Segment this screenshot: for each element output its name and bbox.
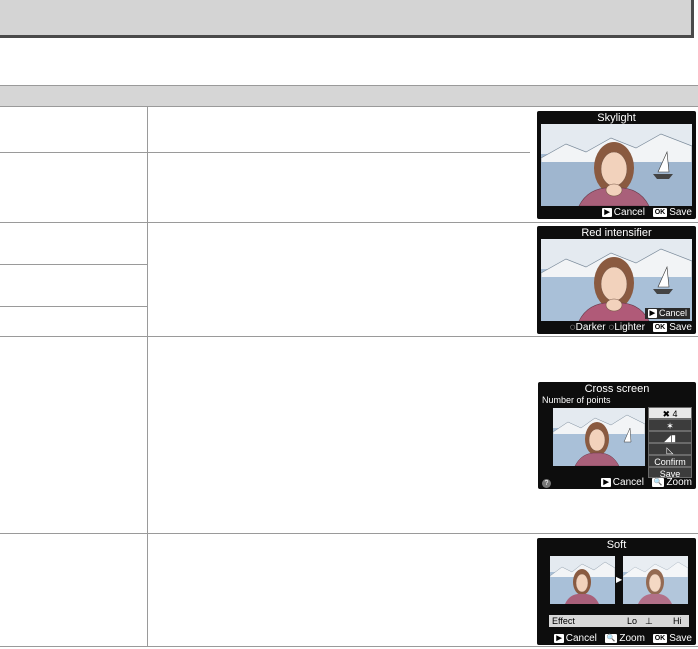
row-divider <box>0 222 698 223</box>
help-icon: ? <box>542 479 551 488</box>
table-header <box>0 85 698 107</box>
cancel-label: Cancel <box>612 477 644 488</box>
lighter-label: Lighter <box>614 322 645 333</box>
screen-footer: ▶ Cancel 🔍 Zoom <box>596 477 692 488</box>
lo-label: Lo <box>627 616 638 626</box>
screen-footer: ◌Darker ◌Lighter OK Save <box>570 322 692 333</box>
cancel-key-icon: ▶ <box>647 309 657 318</box>
skylight-screen: Skylight ▶ Cancel OK Save <box>537 111 696 219</box>
save-label: Save <box>669 633 692 644</box>
ok-key-icon: OK <box>652 323 668 332</box>
screen-footer: ▶ Cancel OK Save <box>597 207 692 218</box>
cancel-label: Cancel <box>613 207 645 218</box>
row-divider <box>0 306 147 307</box>
zoom-key-icon: 🔍 <box>604 634 618 643</box>
cancel-key-icon: ▶ <box>602 208 612 217</box>
section-title-bar <box>0 0 694 38</box>
brightness-option[interactable]: ◢▮ <box>648 431 692 443</box>
zoom-label: Zoom <box>619 633 645 644</box>
preview-photo: ▶ Cancel <box>541 239 692 321</box>
slider-marker: ⊥ <box>645 616 653 626</box>
arrow-right-icon: ▶ <box>616 575 623 584</box>
zoom-key-icon: 🔍 <box>651 478 665 487</box>
portrait-image <box>623 556 688 604</box>
zoom-label: Zoom <box>666 477 692 488</box>
cancel-label: Cancel <box>565 633 597 644</box>
length-option[interactable]: ◺ <box>648 443 692 455</box>
cancel-button: ▶ Cancel <box>644 308 690 319</box>
screen-title: Soft <box>606 539 627 551</box>
hi-label: Hi <box>673 616 682 626</box>
save-label: Save <box>669 322 692 333</box>
row-divider <box>0 646 698 647</box>
cancel-label: Cancel <box>658 308 687 318</box>
points-option[interactable]: ✖ 4 <box>648 407 692 419</box>
portrait-image <box>553 408 645 466</box>
soft-screen: Soft ▶ Effect Lo ⊥ Hi ▶ Cancel 🔍 Zoom OK Sa… <box>537 538 696 645</box>
screen-subtitle: Number of points <box>542 395 611 405</box>
preview-photo <box>553 408 645 466</box>
darker-label: Darker <box>575 322 606 333</box>
screen-footer: ▶ Cancel 🔍 Zoom OK Save <box>549 633 692 644</box>
cross-screen-screen: Cross screen Number of points ✖ 4 ✶ ◢▮ ◺… <box>538 382 696 489</box>
confirm-button[interactable]: Confirm <box>648 455 692 467</box>
angle-option[interactable]: ✶ <box>648 419 692 431</box>
cross-icon: ✖ <box>662 409 670 419</box>
soft-preview-photo <box>623 556 688 604</box>
cancel-key-icon: ▶ <box>554 634 564 643</box>
cancel-key-icon: ▶ <box>601 478 611 487</box>
effect-label: Effect <box>552 616 575 626</box>
row-divider <box>0 533 698 534</box>
save-label: Save <box>669 207 692 218</box>
effect-slider[interactable]: Effect Lo ⊥ Hi <box>549 615 689 627</box>
star-angle-icon: ✶ <box>666 421 674 431</box>
length-icon: ◺ <box>666 445 674 455</box>
portrait-image <box>541 124 692 206</box>
ok-key-icon: OK <box>652 634 668 643</box>
row-divider <box>0 264 147 265</box>
row-divider <box>0 152 530 153</box>
brightness-icon: ◢▮ <box>664 433 676 443</box>
ok-key-icon: OK <box>652 208 668 217</box>
column-divider <box>147 107 148 647</box>
preview-photo <box>541 124 692 206</box>
red-intensifier-screen: Red intensifier ▶ Cancel ◌Darker ◌Lighter… <box>537 226 696 334</box>
row-divider <box>0 336 698 337</box>
portrait-image <box>550 556 615 604</box>
original-photo <box>550 556 615 604</box>
